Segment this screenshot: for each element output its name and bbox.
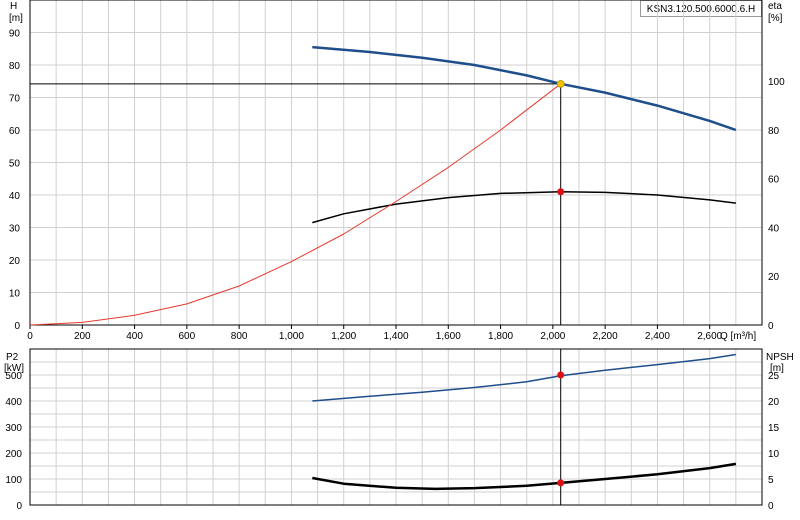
head-tick-label: 90: [9, 29, 21, 40]
power-tick-label: 200: [5, 449, 22, 460]
x-tick-label: 2,600: [697, 331, 722, 342]
x-tick-label: 1,000: [279, 331, 304, 342]
npsh-tick-label: 10: [768, 449, 780, 460]
eta-tick-label: 0: [768, 321, 774, 332]
power-tick-label: 0: [16, 501, 22, 512]
operating-point-marker: [557, 371, 565, 379]
operating-point-marker: [557, 479, 565, 487]
x-tick-label: 0: [27, 331, 33, 342]
head-tick-label: 80: [9, 61, 21, 72]
power-axis-unit: [kW]: [4, 363, 24, 374]
head-tick-label: 10: [9, 289, 21, 300]
head-axis-unit: [m]: [9, 13, 23, 24]
x-tick-label: 800: [231, 331, 248, 342]
eta-tick-label: 100: [768, 77, 785, 88]
x-tick-label: 2,000: [540, 331, 565, 342]
npsh-tick-label: 0: [768, 501, 774, 512]
npsh-axis-unit: [m]: [770, 363, 784, 374]
power-chart-ticks: 01002003004005000510152025: [5, 371, 779, 512]
power-tick-label: 300: [5, 423, 22, 434]
npsh-tick-label: 5: [768, 475, 774, 486]
series-system_curve: [29, 83, 562, 326]
pump-performance-chart: 0 200 400 600 800 1,000 1,200 1,400 1,600 1,800 2,…: [4, 0, 794, 512]
npsh-tick-label: 20: [768, 397, 780, 408]
efficiency-point-marker: [557, 188, 565, 196]
x-tick-label: 1,600: [436, 331, 461, 342]
power-chart-grid: [29, 348, 763, 506]
head-tick-label: 40: [9, 191, 21, 202]
x-tick-label: 1,400: [383, 331, 408, 342]
head-chart-ticks: 0 200 400 600 800 1,000 1,200 1,400 1,600 1,800 2,…: [9, 29, 785, 343]
eta-tick-label: 80: [768, 126, 780, 137]
head-tick-label: 50: [9, 159, 21, 170]
npsh-axis-label: NPSH: [766, 352, 794, 363]
head-tick-label: 30: [9, 224, 21, 235]
series-npsh: [312, 462, 737, 491]
power-axis-label: P2: [6, 352, 19, 363]
x-tick-label: 200: [74, 331, 91, 342]
flow-axis-label: Q [m³/h]: [720, 331, 756, 342]
eta-tick-label: 60: [768, 175, 780, 186]
x-tick-label: 2,400: [645, 331, 670, 342]
eta-axis-unit: [%]: [768, 13, 783, 24]
series-efficiency: [312, 191, 736, 224]
power-tick-label: 400: [5, 397, 22, 408]
power-tick-label: 100: [5, 475, 22, 486]
series-head: [312, 45, 737, 132]
head-tick-label: 70: [9, 94, 21, 105]
head-axis-label: H: [10, 1, 17, 12]
head-tick-label: 60: [9, 126, 21, 137]
head-chart-grid: [29, 0, 763, 326]
x-tick-label: 600: [179, 331, 196, 342]
eta-axis-label: eta: [768, 1, 782, 12]
x-tick-label: 400: [126, 331, 143, 342]
npsh-tick-label: 15: [768, 423, 780, 434]
x-tick-label: 1,200: [331, 331, 356, 342]
head-tick-label: 20: [9, 256, 21, 267]
x-tick-label: 1,800: [488, 331, 513, 342]
x-tick-label: 2,200: [593, 331, 618, 342]
head-chart-series: [29, 45, 737, 505]
head-tick-label: 0: [14, 321, 20, 332]
series-power: [312, 353, 737, 402]
duty-point-marker: [556, 79, 565, 88]
eta-tick-label: 40: [768, 223, 780, 234]
eta-tick-label: 20: [768, 272, 780, 283]
